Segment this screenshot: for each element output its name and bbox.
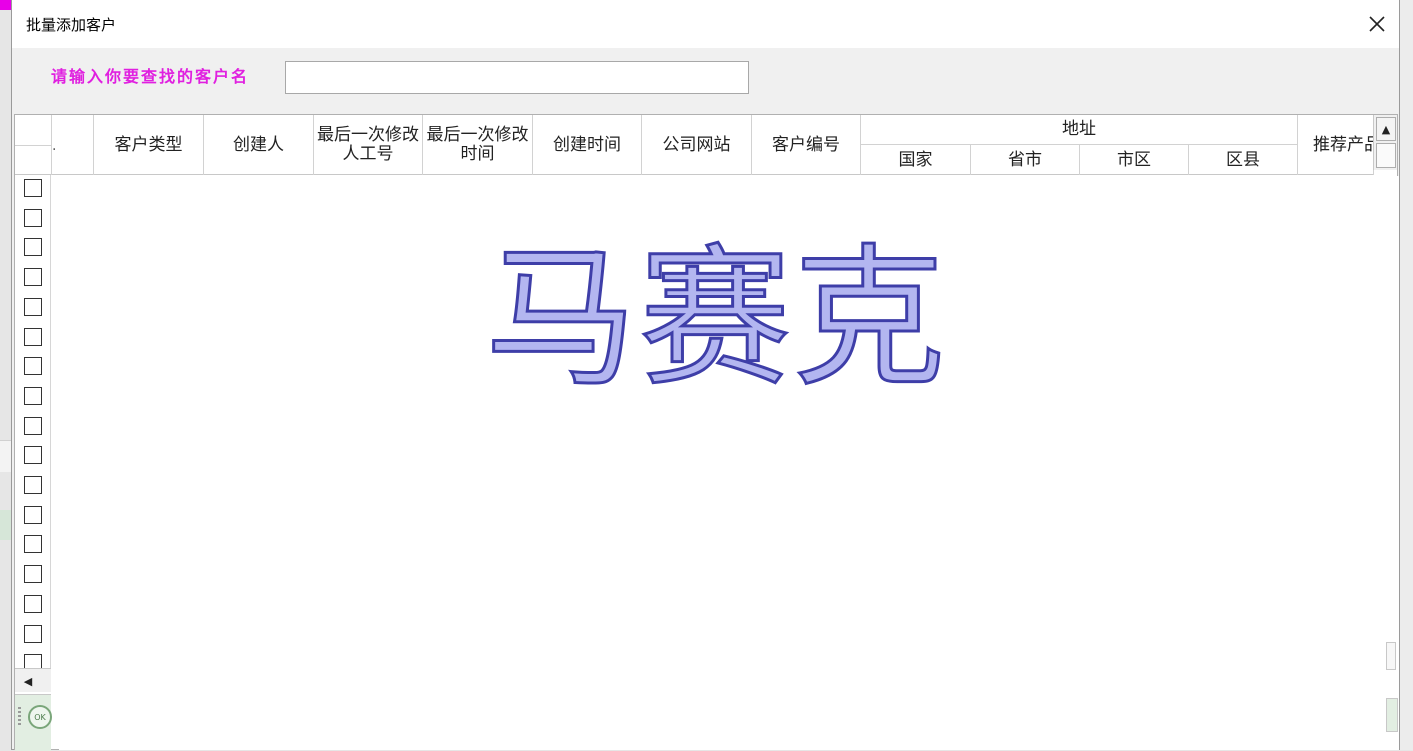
row-checkbox-column <box>15 175 51 670</box>
row-number-header: . <box>52 115 94 175</box>
grid-header: . 客户类型 创建人 最后一次修改人工号 最后一次修改时间 创建时间 公司网站 … <box>15 115 1374 175</box>
row-checkbox[interactable] <box>24 297 42 316</box>
grid-footer: OK <box>15 694 52 751</box>
close-icon <box>1369 16 1385 32</box>
close-button[interactable] <box>1361 8 1393 40</box>
row-checkbox[interactable] <box>24 208 42 227</box>
column-header-last-modified-time[interactable]: 最后一次修改时间 <box>423 115 533 175</box>
row-checkbox[interactable] <box>24 535 42 554</box>
horizontal-scrollbar[interactable]: ◀ <box>15 668 51 692</box>
grip-handle[interactable] <box>18 707 21 727</box>
row-checkbox[interactable] <box>24 327 42 346</box>
mosaic-watermark: 马赛克 <box>484 230 947 407</box>
status-ok-icon[interactable]: OK <box>28 705 52 729</box>
scroll-thumb[interactable] <box>1376 143 1396 168</box>
search-row: 请输入你要查找的客户名 <box>12 48 1399 114</box>
row-checkbox[interactable] <box>24 446 42 465</box>
row-checkbox[interactable] <box>24 476 42 494</box>
row-checkbox[interactable] <box>24 238 42 257</box>
column-header-county[interactable]: 区县 <box>1189 145 1298 175</box>
column-header-creator[interactable]: 创建人 <box>204 115 314 175</box>
vertical-scrollbar[interactable]: ▲ <box>1373 115 1397 170</box>
scroll-up-icon[interactable]: ▲ <box>1376 117 1396 141</box>
row-checkbox[interactable] <box>24 386 42 405</box>
background-window-control <box>1386 698 1398 732</box>
mosaic-overlay: 马赛克 <box>59 176 1399 750</box>
row-checkbox[interactable] <box>24 268 42 287</box>
scroll-left-icon[interactable]: ◀ <box>19 672 37 690</box>
column-header-customer-type[interactable]: 客户类型 <box>94 115 204 175</box>
batch-add-customer-dialog: 批量添加客户 请输入你要查找的客户名 . 客户类型 创建人 最后一次修改人工号 … <box>11 0 1400 751</box>
column-header-province-city[interactable]: 省市 <box>971 145 1080 175</box>
column-header-created-time[interactable]: 创建时间 <box>533 115 642 175</box>
row-checkbox[interactable] <box>24 505 42 524</box>
column-header-company-site[interactable]: 公司网站 <box>642 115 752 175</box>
dialog-title: 批量添加客户 <box>26 16 117 34</box>
column-group-address: 地址 <box>861 115 1298 145</box>
row-checkbox[interactable] <box>24 624 42 643</box>
row-checkbox[interactable] <box>24 594 42 613</box>
customer-search-input[interactable] <box>285 61 749 94</box>
background-window-control <box>1386 642 1396 670</box>
column-header-district[interactable]: 市区 <box>1080 145 1189 175</box>
select-column-header[interactable] <box>15 115 52 175</box>
column-header-country[interactable]: 国家 <box>861 145 971 175</box>
row-checkbox[interactable] <box>24 565 42 584</box>
column-header-recommended-product[interactable]: 推荐产品 <box>1298 115 1374 175</box>
dialog-titlebar: 批量添加客户 <box>12 0 1399 48</box>
column-header-customer-no[interactable]: 客户编号 <box>752 115 861 175</box>
column-header-last-modifier-id[interactable]: 最后一次修改人工号 <box>314 115 423 175</box>
row-checkbox[interactable] <box>24 357 42 376</box>
row-checkbox[interactable] <box>24 179 42 197</box>
search-label: 请输入你要查找的客户名 <box>51 67 250 85</box>
row-checkbox[interactable] <box>24 416 42 435</box>
